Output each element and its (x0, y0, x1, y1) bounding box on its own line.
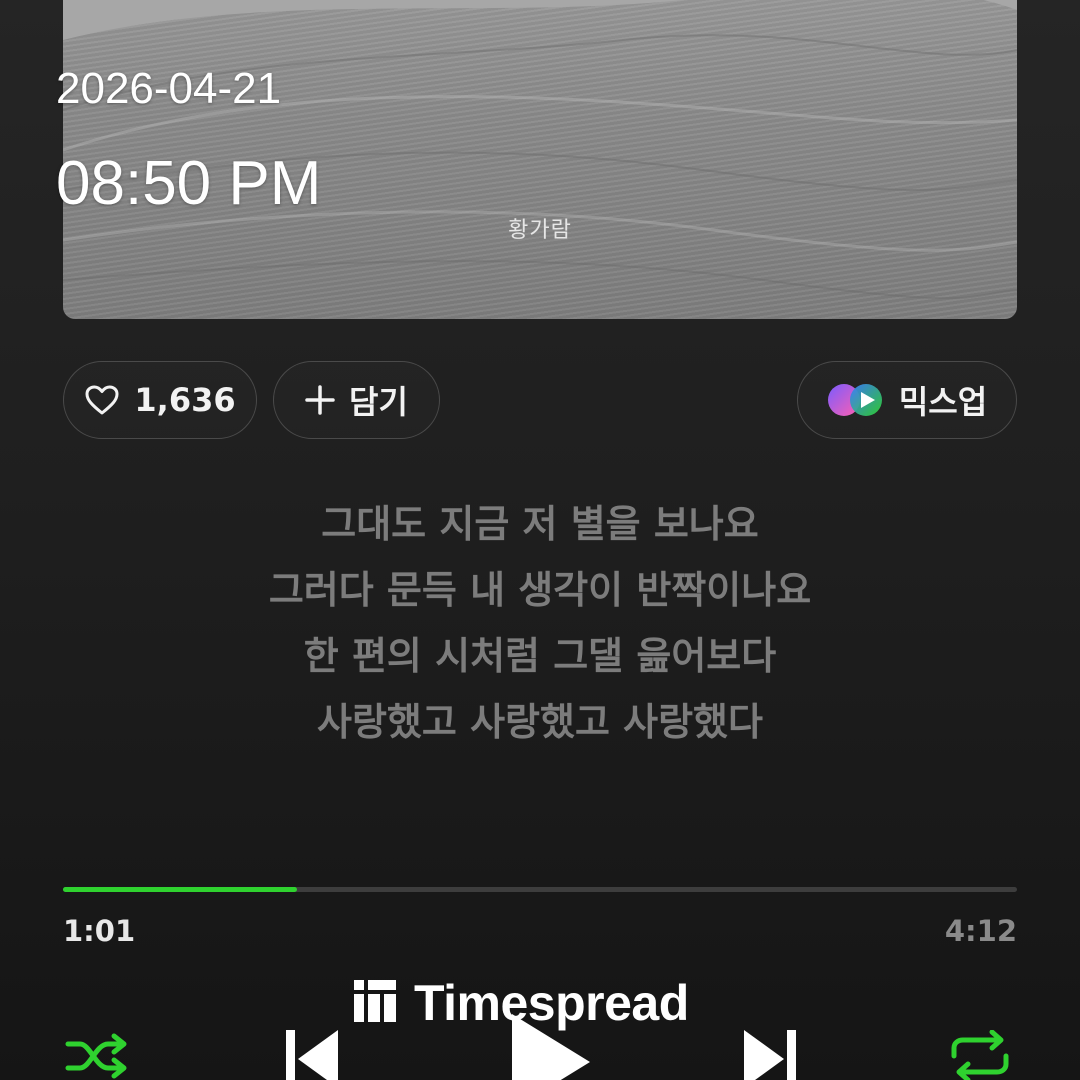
play-icon (512, 1014, 590, 1080)
shuffle-button[interactable] (64, 1032, 130, 1080)
plus-icon (305, 385, 335, 415)
add-to-playlist-button[interactable]: 담기 (273, 361, 440, 439)
lyric-line: 한 편의 시처럼 그댈 읊어보다 (303, 634, 777, 678)
next-button[interactable] (742, 1028, 798, 1080)
previous-button[interactable] (284, 1028, 340, 1080)
player-screen: 황가람 2026-04-21 08:50 PM 1,636 담기 믹스업 그대도… (0, 0, 1080, 1080)
overlay-date: 2026-04-21 (56, 64, 282, 113)
seek-bar-progress (63, 887, 297, 892)
like-count: 1,636 (134, 381, 236, 419)
repeat-icon (951, 1029, 1009, 1080)
repeat-button[interactable] (948, 1029, 1012, 1080)
heart-icon (84, 384, 120, 416)
mixup-logo-icon (827, 382, 885, 418)
overlay-time: 08:50 PM (56, 149, 322, 218)
lyrics-panel[interactable]: 그대도 지금 저 별을 보나요 그러다 문득 내 생각이 반짝이나요 한 편의 … (0, 496, 1080, 760)
play-button[interactable] (508, 1010, 594, 1080)
total-time: 4:12 (944, 914, 1017, 948)
seek-bar[interactable] (63, 887, 1017, 892)
like-button[interactable]: 1,636 (63, 361, 257, 439)
timespread-logo-icon (354, 980, 396, 1026)
add-label: 담기 (349, 383, 408, 421)
shuffle-icon (65, 1033, 127, 1079)
current-time: 1:01 (63, 914, 136, 948)
skip-previous-icon (286, 1030, 338, 1080)
lyric-line: 그러다 문득 내 생각이 반짝이나요 (268, 568, 812, 612)
lyric-line: 사랑했고 사랑했고 사랑했다 (317, 700, 763, 744)
mixup-button[interactable]: 믹스업 (797, 361, 1017, 439)
lyric-line: 그대도 지금 저 별을 보나요 (321, 502, 759, 546)
skip-next-icon (744, 1030, 796, 1080)
mixup-label: 믹스업 (898, 383, 988, 421)
